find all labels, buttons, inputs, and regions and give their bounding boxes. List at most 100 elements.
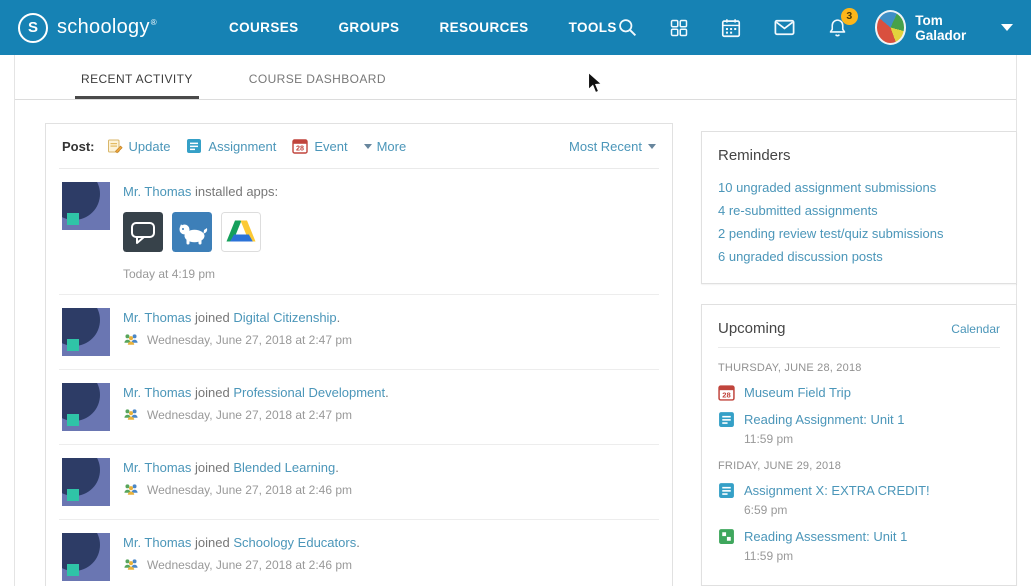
user-avatar-thumbnail[interactable]: [62, 182, 110, 230]
user-link[interactable]: Mr. Thomas: [123, 385, 191, 400]
google-drive-icon[interactable]: [221, 212, 261, 252]
feed-meta: Wednesday, June 27, 2018 at 2:47 pm: [123, 332, 656, 347]
feed-timestamp: Wednesday, June 27, 2018 at 2:46 pm: [147, 483, 352, 497]
post-assignment-button[interactable]: Assignment: [186, 138, 276, 154]
event-link[interactable]: Reading Assignment: Unit 1: [744, 412, 904, 427]
post-update-button[interactable]: Update: [107, 138, 171, 154]
primary-nav: COURSES GROUPS RESOURCES TOOLS: [229, 20, 617, 35]
user-link[interactable]: Mr. Thomas: [123, 460, 191, 475]
chevron-down-icon: [1001, 24, 1013, 31]
more-label: More: [377, 139, 407, 154]
assignment-label: Assignment: [208, 139, 276, 154]
feed-text: Mr. Thomas installed apps:: [123, 184, 656, 199]
registered-mark: ®: [151, 18, 157, 27]
group-members-icon: [123, 407, 140, 422]
tab-recent-activity[interactable]: RECENT ACTIVITY: [75, 55, 199, 99]
chat-app-icon[interactable]: [123, 212, 163, 252]
feed-verb: joined: [195, 535, 230, 550]
feed-timestamp: Today at 4:19 pm: [123, 267, 656, 281]
notifications-bell-icon[interactable]: 3: [827, 17, 848, 39]
upcoming-event: Reading Assignment: Unit 1 11:59 pm: [718, 407, 1000, 446]
event-time: 11:59 pm: [744, 549, 1000, 563]
nav-item-resources[interactable]: RESOURCES: [439, 20, 528, 35]
update-icon: [107, 138, 124, 154]
event-time: 11:59 pm: [744, 432, 1000, 446]
calendar-link[interactable]: Calendar: [951, 322, 1000, 336]
assignment-icon: [718, 411, 735, 428]
upcoming-date-header: FRIDAY, JUNE 29, 2018: [718, 460, 1000, 472]
sentence-period: .: [337, 310, 341, 325]
feed-item-joined: Mr. Thomas joined Schoology Educators. W…: [59, 520, 659, 586]
dog-app-icon[interactable]: [172, 212, 212, 252]
reminder-link[interactable]: 4 re-submitted assignments: [718, 199, 1000, 222]
post-event-button[interactable]: 28 Event: [292, 138, 347, 154]
tab-bar: RECENT ACTIVITY COURSE DASHBOARD: [15, 55, 1016, 100]
group-link[interactable]: Professional Development: [233, 385, 385, 400]
tab-course-dashboard[interactable]: COURSE DASHBOARD: [243, 55, 392, 99]
user-avatar: [875, 10, 906, 45]
feed-meta: Wednesday, June 27, 2018 at 2:46 pm: [123, 557, 656, 572]
group-members-icon: [123, 557, 140, 572]
upcoming-event: Assignment X: EXTRA CREDIT! 6:59 pm: [718, 478, 1000, 517]
caret-down-icon: [364, 144, 372, 149]
sort-label: Most Recent: [569, 139, 642, 154]
messages-icon[interactable]: [773, 16, 796, 39]
upcoming-event: 28 Museum Field Trip: [718, 380, 1000, 403]
upcoming-title: Upcoming: [718, 320, 786, 337]
user-name: Tom Galador: [915, 13, 988, 43]
feed-text: Mr. Thomas joined Blended Learning.: [123, 460, 656, 475]
user-link[interactable]: Mr. Thomas: [123, 535, 191, 550]
group-avatar-thumbnail[interactable]: [62, 383, 110, 431]
apps-grid-icon[interactable]: [669, 18, 689, 38]
feed-action-text: installed apps:: [195, 184, 278, 199]
assignment-icon: [186, 138, 203, 154]
group-avatar-thumbnail[interactable]: [62, 458, 110, 506]
feed-text: Mr. Thomas joined Schoology Educators.: [123, 535, 656, 550]
feed-meta: Wednesday, June 27, 2018 at 2:47 pm: [123, 407, 656, 422]
user-link[interactable]: Mr. Thomas: [123, 184, 191, 199]
event-label: Event: [314, 139, 347, 154]
reminders-card: Reminders 10 ungraded assignment submiss…: [701, 131, 1017, 284]
group-link[interactable]: Blended Learning: [233, 460, 335, 475]
feed-item-installed-apps: Mr. Thomas installed apps:: [59, 169, 659, 295]
group-link[interactable]: Schoology Educators: [233, 535, 356, 550]
search-icon[interactable]: [617, 17, 638, 38]
feed-verb: joined: [195, 460, 230, 475]
group-avatar-thumbnail[interactable]: [62, 308, 110, 356]
right-sidebar: Reminders 10 ungraded assignment submiss…: [701, 131, 1017, 586]
reminder-link[interactable]: 6 ungraded discussion posts: [718, 245, 1000, 268]
group-avatar-thumbnail[interactable]: [62, 533, 110, 581]
nav-item-courses[interactable]: COURSES: [229, 20, 299, 35]
sentence-period: .: [335, 460, 339, 475]
event-link[interactable]: Reading Assessment: Unit 1: [744, 529, 907, 544]
post-label: Post:: [62, 139, 95, 154]
feed-text: Mr. Thomas joined Professional Developme…: [123, 385, 656, 400]
upcoming-event: Reading Assessment: Unit 1 11:59 pm: [718, 524, 1000, 563]
user-link[interactable]: Mr. Thomas: [123, 310, 191, 325]
page-content: RECENT ACTIVITY COURSE DASHBOARD Post: U…: [14, 55, 1017, 586]
upcoming-card: Upcoming Calendar THURSDAY, JUNE 28, 201…: [701, 304, 1017, 586]
group-link[interactable]: Digital Citizenship: [233, 310, 336, 325]
activity-feed-card: Post: Update Assignment 28: [45, 123, 673, 586]
feed-verb: joined: [195, 385, 230, 400]
feed-timestamp: Wednesday, June 27, 2018 at 2:46 pm: [147, 558, 352, 572]
brand-name: schoology®: [57, 16, 157, 39]
feed-item-joined: Mr. Thomas joined Professional Developme…: [59, 370, 659, 445]
user-menu[interactable]: Tom Galador: [875, 10, 1013, 45]
caret-down-icon: [648, 144, 656, 149]
reminder-link[interactable]: 10 ungraded assignment submissions: [718, 176, 1000, 199]
calendar-icon[interactable]: [720, 17, 742, 39]
sentence-period: .: [356, 535, 360, 550]
main-area: Post: Update Assignment 28: [15, 100, 1016, 586]
event-link[interactable]: Assignment X: EXTRA CREDIT!: [744, 483, 930, 498]
event-link[interactable]: Museum Field Trip: [744, 385, 851, 400]
nav-item-groups[interactable]: GROUPS: [339, 20, 400, 35]
reminder-link[interactable]: 2 pending review test/quiz submissions: [718, 222, 1000, 245]
notification-badge: 3: [841, 8, 858, 25]
schoology-logo[interactable]: S schoology®: [18, 13, 157, 43]
post-more-button[interactable]: More: [364, 139, 407, 154]
group-members-icon: [123, 332, 140, 347]
reminders-title: Reminders: [718, 147, 1000, 164]
sort-dropdown[interactable]: Most Recent: [569, 139, 656, 154]
nav-item-tools[interactable]: TOOLS: [569, 20, 617, 35]
